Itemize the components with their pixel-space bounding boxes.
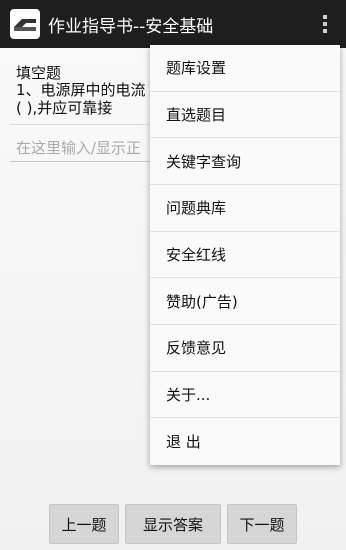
- menu-item-safety-redline[interactable]: 安全红线: [150, 232, 340, 279]
- menu-item-about[interactable]: 关于...: [150, 372, 340, 419]
- app-bar: 作业指导书--安全基础: [0, 0, 346, 48]
- next-question-button[interactable]: 下一题: [227, 504, 297, 544]
- menu-item-keyword-search[interactable]: 关键字查询: [150, 138, 340, 185]
- show-answer-button[interactable]: 显示答案: [125, 504, 221, 544]
- menu-item-feedback[interactable]: 反馈意见: [150, 325, 340, 372]
- app-title: 作业指导书--安全基础: [48, 16, 214, 37]
- menu-item-question-bank-settings[interactable]: 题库设置: [150, 45, 340, 92]
- menu-item-select-question[interactable]: 直选题目: [150, 92, 340, 139]
- navigation-buttons: 上一题 显示答案 下一题: [0, 504, 346, 544]
- overflow-menu: 题库设置 直选题目 关键字查询 问题典库 安全红线 赞助(广告) 反馈意见 关于…: [150, 45, 340, 465]
- prev-question-button[interactable]: 上一题: [49, 504, 119, 544]
- question-type: 填空题: [16, 64, 62, 82]
- menu-item-question-library[interactable]: 问题典库: [150, 185, 340, 232]
- more-vertical-icon[interactable]: [320, 12, 330, 36]
- menu-item-sponsor[interactable]: 赞助(广告): [150, 278, 340, 325]
- app-logo-icon[interactable]: [10, 9, 40, 39]
- menu-item-exit[interactable]: 退 出: [150, 418, 340, 465]
